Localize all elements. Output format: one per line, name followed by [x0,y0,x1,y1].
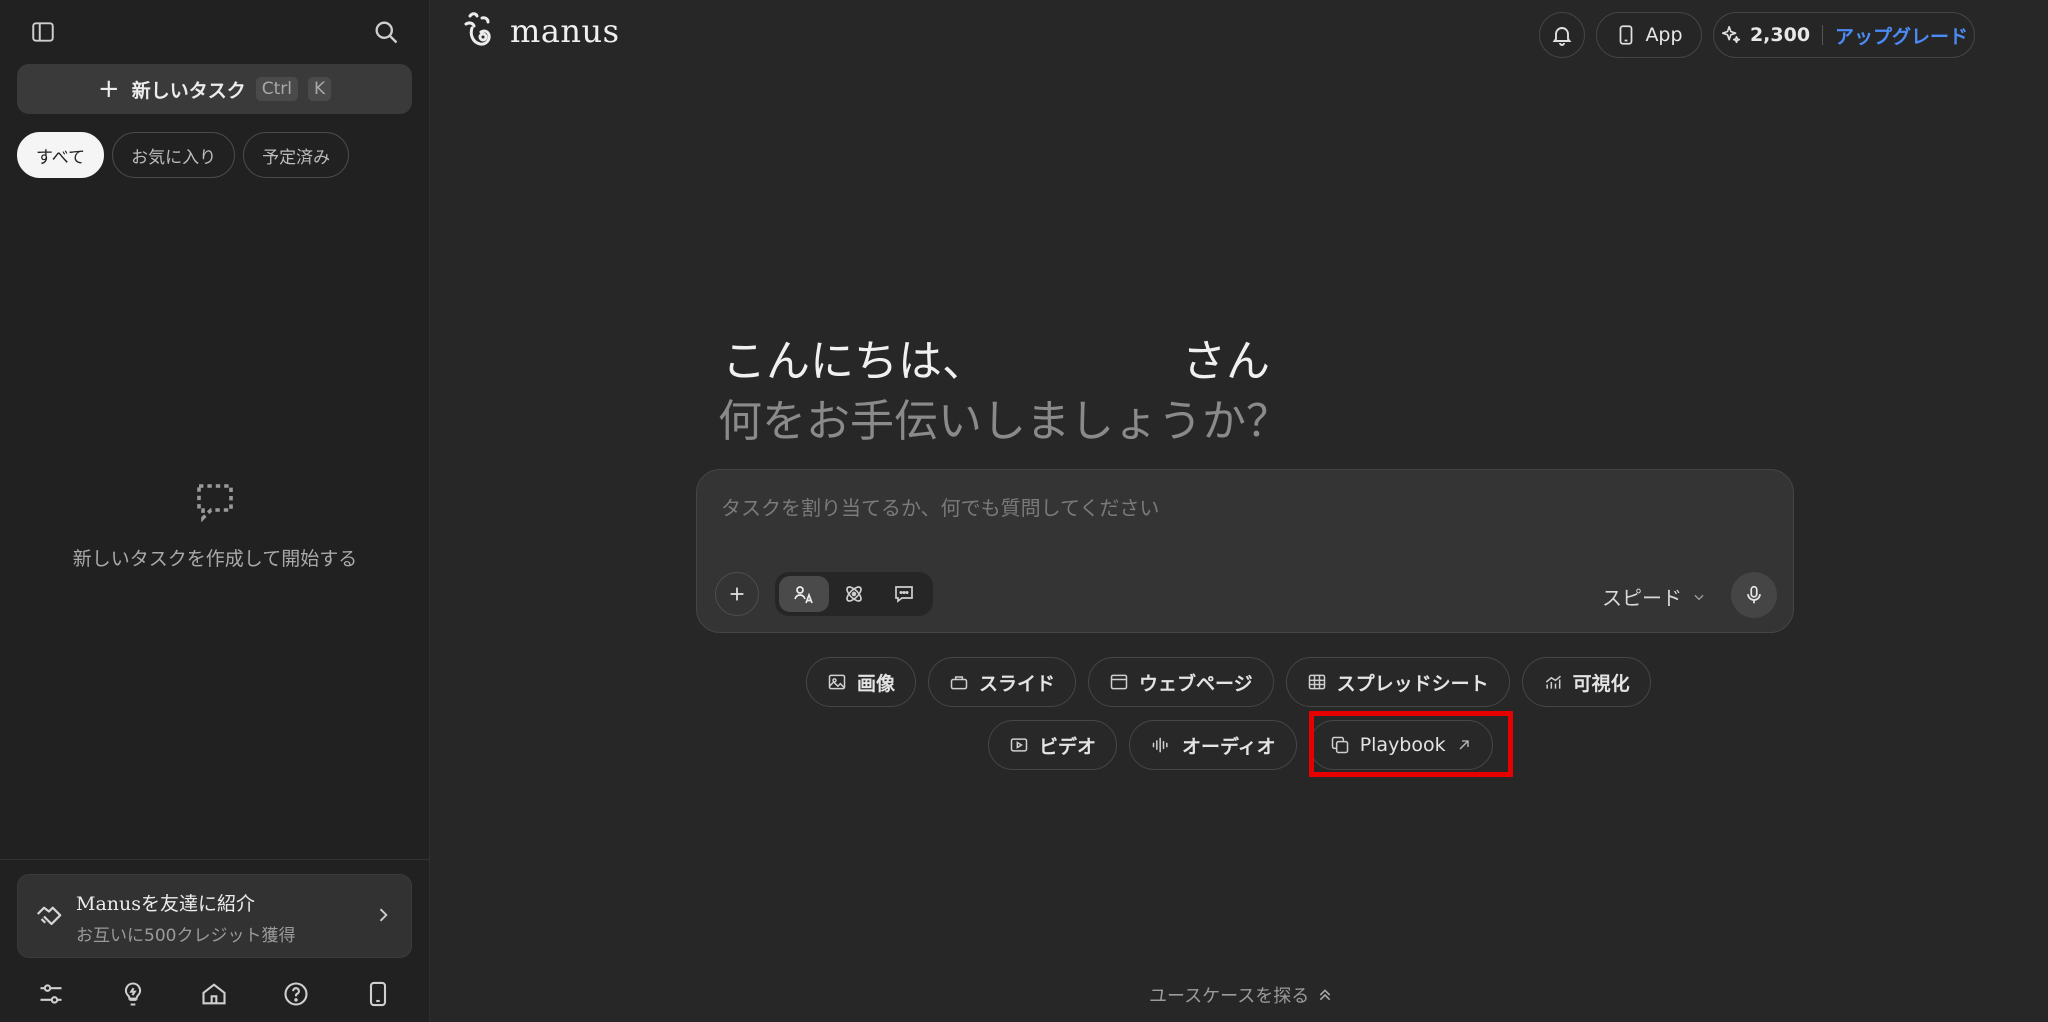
quick-action-audio[interactable]: オーディオ [1129,720,1297,770]
quick-action-slides[interactable]: スライド [928,657,1077,707]
quick-action-visualize[interactable]: 可視化 [1521,657,1651,707]
browser-icon [1109,672,1129,692]
video-icon [1009,735,1029,755]
greeting-suffix: さん [1182,336,1270,387]
handshake-icon [34,899,64,929]
app-label: App [1645,24,1683,46]
settings-sliders-icon[interactable] [33,976,69,1012]
bottom-nav [0,974,430,1014]
quick-action-video-label: ビデオ [1039,735,1097,758]
upgrade-link[interactable]: アップグレード [1835,22,1968,49]
explore-label: ユースケースを探る [1149,986,1310,1007]
referral-title: Manusを友達に紹介 [76,893,256,915]
sidebar: + 新しいタスク Ctrl K すべて お気に入り 予定済み 新しいタスクを作成… [0,0,430,1022]
credits-count: 2,300 [1749,24,1811,46]
sparkle-icon [1720,24,1742,46]
chart-icon [1543,672,1563,692]
referral-subtitle: お互いに500クレジット獲得 [76,926,296,946]
greeting-line2: 何をお手伝いしましょうか？ [718,396,1290,447]
speed-label: スピード [1602,586,1682,610]
research-mode-button[interactable] [829,576,879,612]
empty-state-text: 新しいタスクを作成して開始する [72,548,358,570]
chevron-down-icon [1692,590,1706,604]
shortcut-k: K [307,77,332,101]
filter-all[interactable]: すべて [17,132,105,178]
new-task-label: 新しいタスク [131,79,246,102]
notifications-button[interactable] [1539,12,1585,58]
filter-scheduled[interactable]: 予定済み [243,132,350,178]
sidebar-toggle-icon[interactable] [25,14,61,50]
shortcut-ctrl: Ctrl [255,77,298,101]
quick-action-image[interactable]: 画像 [806,657,917,707]
slides-icon [949,672,969,692]
search-icon[interactable] [368,14,404,50]
quick-action-webpage[interactable]: ウェブページ [1088,657,1274,707]
task-filters: すべて お気に入り 予定済み [17,132,350,178]
new-task-button[interactable]: + 新しいタスク Ctrl K [17,64,412,114]
mobile-icon [1615,24,1637,46]
quick-actions-row1: 画像 スライド ウェブページ スプレッドシート 可視化 [806,657,1651,707]
explore-use-cases-button[interactable]: ユースケースを探る [1149,982,1333,1008]
help-icon[interactable] [278,976,314,1012]
attach-button[interactable] [715,572,759,616]
quick-action-webpage-label: ウェブページ [1139,672,1253,695]
mode-switcher [775,572,933,616]
home-icon[interactable] [196,976,232,1012]
empty-state: 新しいタスクを作成して開始する [0,478,430,571]
referral-card[interactable]: Manusを友達に紹介 お互いに500クレジット獲得 [17,874,412,958]
agent-mode-icon [792,582,816,606]
double-chevron-up-icon [1317,987,1333,1003]
composer-input[interactable]: タスクを割り当てるか、何でも質問してください [721,492,1159,521]
greeting-line1: こんにちは、 [722,336,986,387]
highlight-box [1309,711,1513,777]
logo[interactable]: manus [460,10,620,52]
voice-input-button[interactable] [1731,572,1777,618]
agent-mode-button[interactable] [779,576,829,612]
manus-logo-icon [460,10,500,52]
quick-action-slides-label: スライド [979,672,1056,695]
chevron-right-icon [373,905,393,925]
plus-icon: + [97,74,120,104]
audio-wave-icon [1150,735,1172,755]
plus-icon [726,583,748,605]
chat-mode-button[interactable] [879,576,929,612]
task-composer[interactable]: タスクを割り当てるか、何でも質問してください スピード [696,469,1794,633]
quick-action-image-label: 画像 [857,672,896,695]
sidebar-divider [0,859,430,860]
quick-action-spreadsheet[interactable]: スプレッドシート [1285,657,1510,707]
quick-action-video[interactable]: ビデオ [988,720,1118,770]
chat-icon [892,582,916,606]
filter-favorites[interactable]: お気に入り [112,132,236,178]
mobile-icon[interactable] [360,976,396,1012]
quick-action-visualize-label: 可視化 [1572,672,1630,695]
atom-icon [842,582,866,606]
chat-bubble-dashed-icon [191,478,239,526]
table-icon [1307,672,1327,692]
image-icon [827,672,847,692]
quick-action-audio-label: オーディオ [1182,735,1276,758]
speed-selector[interactable]: スピード [1602,582,1706,611]
credits-separator [1822,25,1824,45]
quick-action-spreadsheet-label: スプレッドシート [1336,672,1489,695]
bell-icon [1550,23,1574,47]
credits-upgrade-button[interactable]: 2,300 アップグレード [1713,12,1975,58]
app-button[interactable]: App [1596,12,1702,58]
microphone-icon [1743,584,1765,606]
logo-text: manus [510,12,620,50]
lightbulb-icon[interactable] [115,976,151,1012]
